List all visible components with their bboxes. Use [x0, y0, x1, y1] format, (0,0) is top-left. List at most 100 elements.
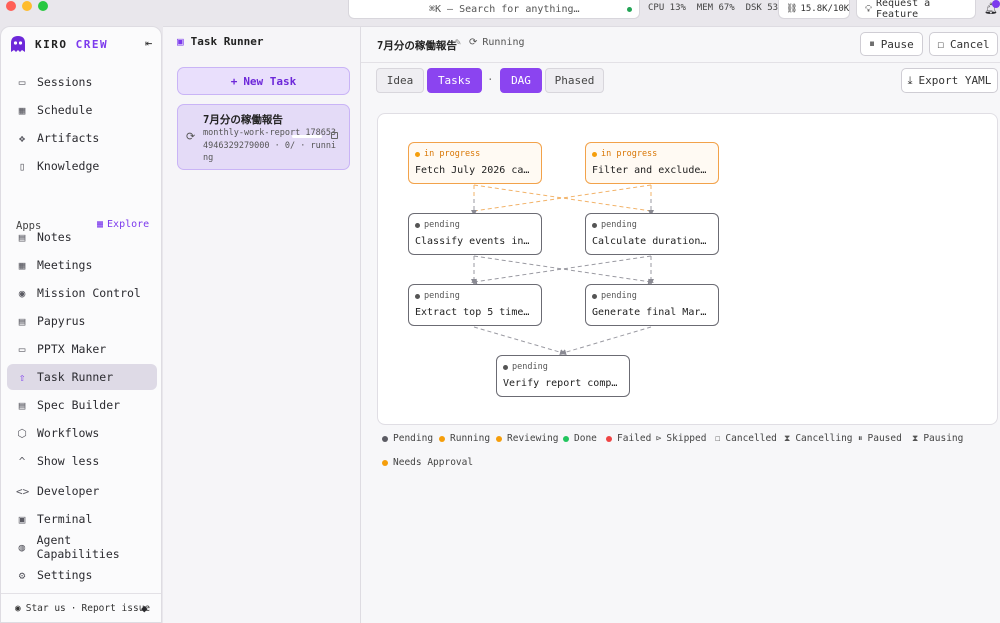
collapse-sidebar-icon[interactable]: ⇤: [145, 36, 152, 50]
tab-phased[interactable]: Phased: [545, 68, 604, 93]
sidebar-item-mission-control[interactable]: ◉ Mission Control: [7, 280, 157, 306]
task-select-checkbox[interactable]: [331, 132, 338, 139]
legend-label: Failed: [617, 433, 652, 444]
tab-idea[interactable]: Idea: [376, 68, 424, 93]
system-stats: CPU 13% MEM 67% DSK 53%: [648, 3, 784, 13]
edit-title-icon[interactable]: ✎: [455, 37, 461, 48]
dag-node-filter[interactable]: in progress Filter and exclude non-work …: [585, 142, 719, 184]
new-task-label: New Task: [243, 74, 297, 88]
sidebar-item-label: Mission Control: [37, 286, 141, 300]
rocket-icon: ⇧: [18, 370, 26, 384]
sidebar-item-terminal[interactable]: ▣ Terminal: [7, 506, 157, 532]
pause-button[interactable]: ⏸ Pause: [860, 32, 923, 56]
new-task-button[interactable]: + New Task: [177, 67, 350, 95]
task-card-title: 7月分の稼働報告: [203, 114, 283, 126]
legend-cancelled: ☐ Cancelled: [715, 433, 777, 444]
sidebar-item-agent-capabilities[interactable]: ◍ Agent Capabilities: [7, 533, 157, 561]
node-status: pending: [592, 220, 637, 230]
plus-icon: +: [230, 74, 238, 88]
top-bar: ⌘K — Search for anything… CPU 13% MEM 67…: [0, 0, 1000, 22]
minimize-window-button[interactable]: [22, 1, 32, 11]
task-card[interactable]: ⟳ 7月分の稼働報告 monthly-work-report_178653494…: [177, 104, 350, 170]
sidebar-item-papyrus[interactable]: ▤ Papyrus: [7, 308, 157, 334]
legend-reviewing: Reviewing: [496, 433, 558, 444]
legend-label: Running: [450, 433, 491, 444]
sidebar-item-notes[interactable]: ▤ Notes: [7, 224, 157, 250]
sidebar-item-label: Schedule: [37, 103, 93, 117]
connection-status-icon: [627, 7, 632, 12]
dag-node-extract[interactable]: pending Extract top 5 time-consuming ite…: [408, 284, 542, 326]
sidebar-item-spec-builder[interactable]: ▤ Spec Builder: [7, 392, 157, 418]
discord-icon[interactable]: ◆: [141, 602, 148, 615]
sidebar-item-pptx-maker[interactable]: ▭ PPTX Maker: [7, 336, 157, 362]
pause-label: Pause: [880, 37, 914, 51]
maximize-window-button[interactable]: [38, 1, 48, 11]
dag-canvas: in progress Fetch July 2026 calendar eve…: [377, 113, 998, 425]
run-status-label: Running: [482, 37, 525, 48]
brand-name-a: KIRO: [35, 37, 68, 51]
sidebar-item-label: Task Runner: [37, 370, 114, 384]
stop-icon: ☐: [937, 37, 944, 51]
dag-edge: [473, 326, 566, 356]
cpu-stat: CPU 13%: [648, 3, 686, 13]
pause-icon: ⏸: [869, 37, 875, 50]
sidebar-item-schedule[interactable]: ▦ Schedule: [7, 97, 157, 123]
sidebar-item-meetings[interactable]: ▦ Meetings: [7, 252, 157, 278]
sidebar-item-label: PPTX Maker: [37, 342, 107, 356]
brand-name-b: CREW: [75, 37, 109, 51]
cube-icon: ⬡: [17, 426, 27, 440]
request-feature-button[interactable]: 💡︎ Request a Feature: [856, 0, 976, 20]
search-placeholder: ⌘K — Search for anything…: [429, 3, 580, 15]
sidebar-item-artifacts[interactable]: ❖ Artifacts: [7, 125, 157, 151]
slides-icon: ▭: [18, 342, 26, 356]
terminal-icon: ▣: [18, 512, 26, 526]
node-title: Calculate duration and totals: [592, 236, 712, 247]
refresh-icon: ⟳: [186, 130, 196, 143]
sidebar-item-task-runner[interactable]: ⇧ Task Runner: [7, 364, 157, 390]
legend-label: Skipped: [666, 433, 707, 444]
cancel-button[interactable]: ☐ Cancel: [929, 32, 998, 56]
dag-node-calculate[interactable]: pending Calculate duration and totals: [585, 213, 719, 255]
status-dot-icon: [415, 293, 420, 299]
legend-done: Done: [563, 433, 597, 444]
chevron-up-icon: ^: [18, 454, 26, 468]
task-panel: ▣ Task Runner + New Task ⟳ 7月分の稼働報告 mont…: [163, 26, 361, 623]
token-usage-button[interactable]: ⛓ 15.8K/10K: [778, 0, 850, 19]
report-issue-link[interactable]: Report issue: [82, 603, 151, 614]
node-status-label: pending: [601, 220, 637, 230]
export-yaml-button[interactable]: ⤓ Export YAML: [901, 68, 998, 93]
node-status-label: pending: [601, 291, 637, 301]
sidebar-item-workflows[interactable]: ⬡ Workflows: [7, 420, 157, 446]
node-title: Verify report completeness: [503, 378, 623, 389]
download-icon: ⤓: [907, 73, 913, 87]
sidebar-item-settings[interactable]: ⚙ Settings: [7, 562, 157, 588]
dag-edge: [473, 184, 652, 212]
sidebar-item-developer[interactable]: <> Developer: [7, 478, 157, 504]
sidebar-item-label: Artifacts: [37, 131, 100, 145]
legend-label: Reviewing: [507, 433, 559, 444]
node-status: pending: [415, 291, 460, 301]
sidebar-item-label: Papyrus: [37, 314, 86, 328]
dag-node-fetch[interactable]: in progress Fetch July 2026 calendar eve…: [408, 142, 542, 184]
dag-node-verify[interactable]: pending Verify report completeness: [496, 355, 630, 397]
hourglass-icon: ⧗: [912, 433, 919, 444]
dag-node-generate[interactable]: pending Generate final Markdown report: [585, 284, 719, 326]
brand-name: KIRO CREW: [35, 38, 108, 51]
tab-dag[interactable]: DAG: [500, 68, 542, 93]
node-status: in progress: [415, 149, 480, 159]
sidebar-item-knowledge[interactable]: ▯ Knowledge: [7, 153, 157, 179]
close-window-button[interactable]: [6, 1, 16, 11]
dag-node-classify[interactable]: pending Classify events into categories: [408, 213, 542, 255]
status-dot-icon: [415, 222, 420, 228]
sidebar-item-label: Workflows: [37, 426, 100, 440]
sidebar-item-label: Spec Builder: [37, 398, 121, 412]
tab-tasks[interactable]: Tasks: [427, 68, 482, 93]
global-search-input[interactable]: ⌘K — Search for anything…: [348, 0, 640, 19]
request-feature-label: Request a Feature: [876, 0, 931, 20]
status-dot-icon: [382, 435, 388, 442]
sidebar-item-sessions[interactable]: ▭ Sessions: [7, 69, 157, 95]
node-title: Filter and exclude non-work events: [592, 165, 712, 176]
show-less-button[interactable]: ^ Show less: [7, 448, 157, 474]
sidebar-item-label: Settings: [37, 568, 93, 582]
star-us-link[interactable]: Star us: [26, 603, 66, 614]
